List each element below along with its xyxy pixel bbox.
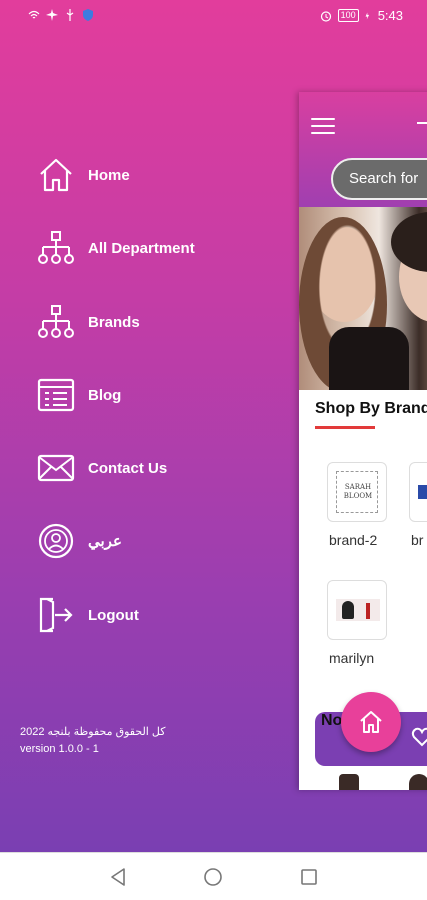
alarm-icon <box>320 10 331 22</box>
brand-label: brand-2 <box>329 532 378 548</box>
shield-icon <box>83 9 93 21</box>
brand-card[interactable] <box>327 580 387 640</box>
wifi-icon <box>28 10 40 19</box>
airplane-icon <box>46 9 58 21</box>
brand-card[interactable] <box>409 462 427 522</box>
usb-icon <box>66 9 74 21</box>
brand-label: br <box>411 532 424 548</box>
home-icon <box>360 711 382 733</box>
logout-icon <box>39 597 73 633</box>
system-navigation-bar <box>0 852 427 900</box>
blog-icon <box>37 378 75 412</box>
battery-indicator: 100 <box>337 9 359 22</box>
app-screen: 100 5:43 Home All Department Brands Blog… <box>0 0 427 852</box>
copyright-text: كل الحقوق محفوظة بلنجه 2022 <box>20 726 166 738</box>
recents-icon[interactable] <box>299 867 319 887</box>
menu-item-logout[interactable]: Logout <box>36 595 266 635</box>
home-fab-button[interactable] <box>341 692 401 752</box>
product-thumbnail <box>409 774 427 790</box>
section-title: Shop By Brands <box>315 400 427 417</box>
favorite-icon[interactable] <box>411 726 427 748</box>
status-time: 5:43 <box>377 8 403 23</box>
header-logo-icon <box>417 122 427 130</box>
search-input[interactable]: Search for <box>331 158 427 200</box>
section-underline <box>315 426 375 429</box>
menu-item-label: Contact Us <box>88 459 168 477</box>
menu-item-label: All Department <box>88 239 195 257</box>
main-app-panel[interactable]: Search for Shop By Brands SARAH BLOOM br… <box>299 92 427 790</box>
menu-item-label: Home <box>88 166 130 184</box>
brand-label: marilyn <box>329 650 375 666</box>
promo-banner[interactable] <box>299 207 427 390</box>
app-header: Search for <box>299 92 427 207</box>
model-hair-right <box>391 212 427 272</box>
hamburger-menu-icon[interactable] <box>311 118 335 136</box>
version-text: version 1.0.0 - 1 <box>20 743 99 755</box>
status-bar: 100 5:43 <box>0 0 427 32</box>
brand-logo <box>418 485 427 499</box>
hierarchy-icon <box>38 231 74 264</box>
drawer-footer: كل الحقوق محفوظة بلنجه 2022 version 1.0.… <box>20 724 165 758</box>
search-placeholder: Search for <box>349 170 419 187</box>
brand-logo-text: SARAH BLOOM <box>343 483 373 500</box>
brand-card[interactable]: SARAH BLOOM <box>327 462 387 522</box>
menu-item-blog[interactable]: Blog <box>36 375 266 415</box>
menu-item-label: Brands <box>88 313 140 331</box>
menu-item-label: عربي <box>88 533 122 550</box>
home-icon <box>40 158 72 192</box>
model-clothing <box>329 327 409 390</box>
menu-item-language[interactable]: عربي <box>36 521 266 561</box>
menu-item-label: Logout <box>88 606 139 624</box>
mail-icon <box>37 454 75 482</box>
menu-item-brands[interactable]: Brands <box>36 302 266 342</box>
back-icon[interactable] <box>108 867 128 887</box>
brand-logo <box>336 599 380 621</box>
menu-item-label: Blog <box>88 386 122 404</box>
product-thumbnail <box>339 774 359 790</box>
menu-item-contact-us[interactable]: Contact Us <box>36 448 266 488</box>
home-circle-icon[interactable] <box>203 867 223 887</box>
hierarchy-icon <box>38 305 74 338</box>
charging-icon <box>365 12 369 19</box>
menu-item-home[interactable]: Home <box>36 155 266 195</box>
menu-item-all-department[interactable]: All Department <box>36 228 266 268</box>
language-icon <box>38 523 74 559</box>
